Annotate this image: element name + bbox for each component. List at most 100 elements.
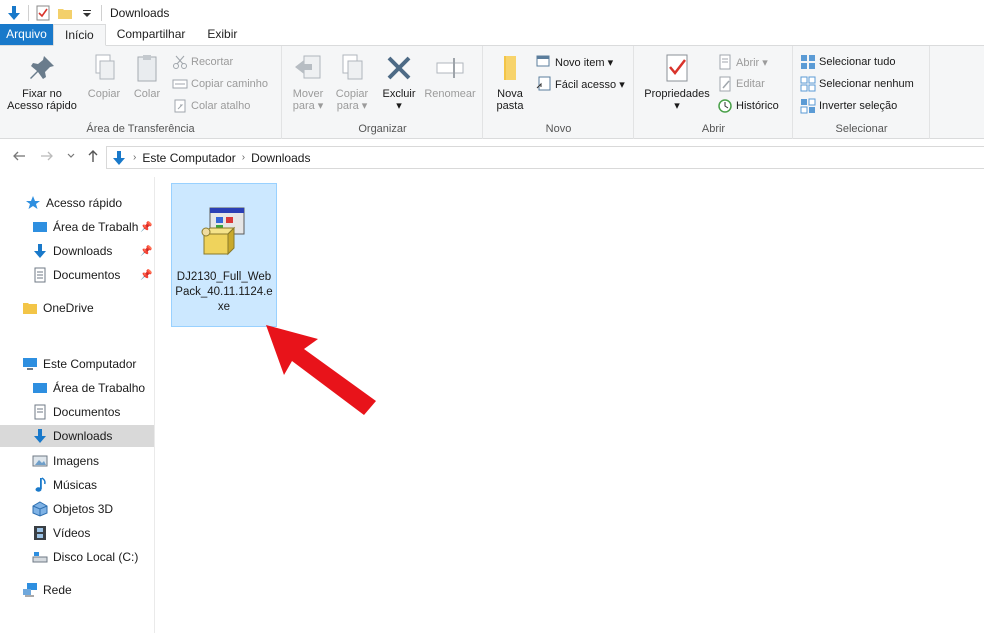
toolbar-separator [28, 4, 29, 21]
select-all-button[interactable]: Selecionar tudo [800, 52, 895, 72]
new-folder-button[interactable]: Nova pasta [490, 52, 530, 112]
document-icon [32, 267, 48, 283]
tab-compartilhar[interactable]: Compartilhar [106, 24, 197, 45]
select-group: Selecionar tudo Selecionar nenhum Invert… [794, 46, 930, 139]
breadcrumb-chevron-icon[interactable]: › [242, 152, 245, 163]
organize-group: Mover para ▾ Copiar para ▾ Excluir ▾ Ren… [283, 46, 483, 139]
new-item-label: Novo item ▾ [555, 56, 614, 69]
copy-path-label: Copiar caminho [191, 78, 269, 90]
sidebar-item-rede[interactable]: Rede [22, 579, 72, 601]
copy-button[interactable]: Copiar [84, 52, 124, 100]
properties-button[interactable]: Propriedades ▾ [639, 52, 715, 112]
pictures-icon [32, 453, 48, 469]
select-group-label: Selecionar [835, 123, 888, 135]
tab-inicio[interactable]: Início [53, 24, 106, 46]
copy-to-icon [336, 52, 368, 84]
sidebar-label: Rede [43, 583, 72, 597]
tab-exibir[interactable]: Exibir [196, 24, 248, 45]
easy-access-button[interactable]: Fácil acesso ▾ [536, 74, 625, 94]
rename-icon [434, 52, 466, 84]
pin-label-line1: Fixar no [22, 88, 62, 100]
paste-button[interactable]: Colar [127, 52, 167, 100]
sidebar-item-area-de-trabalho-quick[interactable]: Área de Trabalh 📌 [32, 216, 154, 238]
paste-shortcut-button[interactable]: Colar atalho [172, 96, 250, 116]
forward-arrow-icon[interactable] [40, 149, 54, 166]
hard-drive-icon [32, 549, 48, 565]
paste-label: Colar [133, 88, 161, 100]
sidebar-item-disco-local[interactable]: Disco Local (C:) [32, 546, 138, 568]
new-item-button[interactable]: Novo item ▾ [536, 52, 613, 72]
sidebar-item-area-de-trabalho[interactable]: Área de Trabalho [32, 377, 145, 399]
navigation-bar: › Este Computador › Downloads [0, 139, 984, 177]
delete-button[interactable]: Excluir ▾ [379, 52, 419, 112]
sidebar-label: Downloads [53, 244, 113, 258]
tab-arquivo[interactable]: Arquivo [0, 24, 53, 45]
sidebar-label: Vídeos [53, 526, 91, 540]
copy-path-button[interactable]: Copiar caminho [172, 74, 268, 94]
back-arrow-icon[interactable] [12, 149, 26, 166]
red-arrow-annotation [266, 325, 376, 415]
sidebar-label: Músicas [53, 478, 98, 492]
sidebar-item-acesso-rapido[interactable]: Acesso rápido [25, 192, 122, 214]
sidebar-item-downloads-quick[interactable]: Downloads 📌 [32, 240, 154, 262]
new-group: Nova pasta Novo item ▾ Fácil acesso ▾ No… [484, 46, 634, 139]
breadcrumb-chevron-icon[interactable]: › [133, 152, 136, 163]
sidebar-label: Área de Trabalh [53, 220, 139, 234]
sidebar-item-este-computador[interactable]: Este Computador [22, 353, 136, 375]
sidebar-label: Área de Trabalho [53, 381, 146, 395]
move-to-button[interactable]: Mover para ▾ [287, 52, 329, 112]
download-arrow-icon[interactable] [6, 5, 22, 21]
properties-check-icon[interactable] [35, 5, 51, 21]
properties-label-line2: ▾ [674, 100, 680, 112]
sidebar-item-documentos-quick[interactable]: Documentos 📌 [32, 264, 154, 286]
history-icon [717, 98, 733, 114]
network-icon [22, 582, 38, 598]
ribbon-tabs: Arquivo Início Compartilhar Exibir [0, 24, 984, 46]
rename-button[interactable]: Renomear [421, 52, 479, 100]
sidebar-item-videos[interactable]: Vídeos [32, 522, 90, 544]
new-folder-label-line1: Nova [497, 88, 523, 100]
delete-x-icon [383, 52, 415, 84]
recent-locations-chevron-icon[interactable] [66, 149, 76, 166]
file-item-setup-exe[interactable]: DJ2130_Full_WebPack_40.11.1124.exe [171, 183, 277, 327]
open-button[interactable]: Abrir ▾ [717, 52, 768, 72]
sidebar-item-documentos[interactable]: Documentos [32, 401, 120, 423]
edit-button[interactable]: Editar [717, 74, 765, 94]
select-all-icon [800, 54, 816, 70]
copy-icon [88, 52, 120, 84]
customize-toolbar-dropdown-icon[interactable] [79, 5, 95, 21]
sidebar-label: Objetos 3D [53, 502, 114, 516]
organize-group-label: Organizar [358, 123, 407, 135]
edit-label: Editar [736, 78, 765, 90]
sidebar-item-musicas[interactable]: Músicas [32, 474, 97, 496]
cut-label: Recortar [191, 56, 234, 68]
sidebar-item-onedrive[interactable]: OneDrive [22, 297, 94, 319]
clipboard-icon [131, 52, 163, 84]
sidebar-item-downloads[interactable]: Downloads [0, 425, 154, 447]
new-folder-icon[interactable] [57, 5, 73, 21]
select-none-button[interactable]: Selecionar nenhum [800, 74, 914, 94]
music-note-icon [32, 477, 48, 493]
invert-selection-button[interactable]: Inverter seleção [800, 96, 897, 116]
scissors-icon [172, 54, 188, 70]
address-bar[interactable]: › Este Computador › Downloads [106, 146, 984, 169]
up-arrow-icon[interactable] [86, 149, 100, 166]
title-bar: Downloads [0, 0, 984, 25]
open-group-label: Abrir [701, 123, 726, 135]
paste-shortcut-label: Colar atalho [191, 100, 251, 112]
sidebar-item-objetos-3d[interactable]: Objetos 3D [32, 498, 113, 520]
breadcrumb-downloads[interactable]: Downloads [251, 151, 310, 165]
breadcrumb-este-computador[interactable]: Este Computador [142, 151, 235, 165]
copy-label: Copiar [87, 88, 121, 100]
copy-to-button[interactable]: Copiar para ▾ [331, 52, 373, 112]
sidebar-label: Documentos [53, 268, 121, 282]
sidebar-label: Documentos [53, 405, 121, 419]
desktop-icon [32, 380, 48, 396]
downloads-location-icon [111, 150, 127, 166]
computer-icon [22, 356, 38, 372]
pin-quick-access-button[interactable]: Fixar no Acesso rápido [4, 52, 80, 112]
cut-button[interactable]: Recortar [172, 52, 233, 72]
sidebar-item-imagens[interactable]: Imagens [32, 450, 99, 472]
history-button[interactable]: Histórico [717, 96, 779, 116]
easy-access-icon [536, 76, 552, 92]
